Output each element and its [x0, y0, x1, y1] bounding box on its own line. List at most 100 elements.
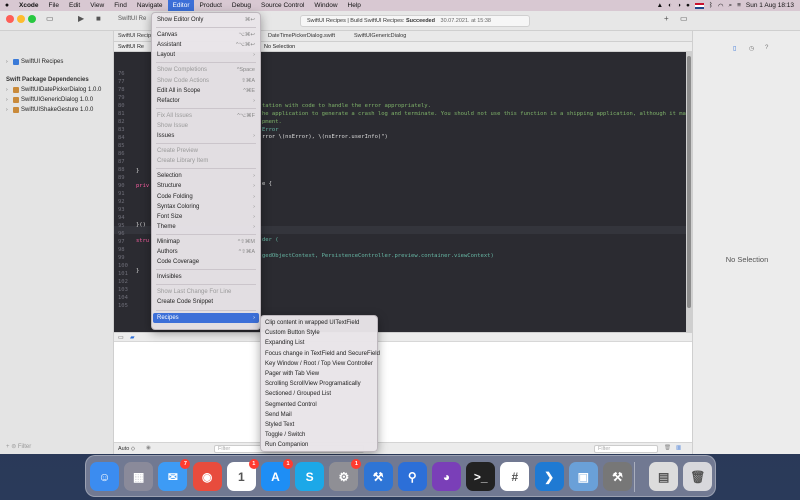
run-button-icon[interactable]: ▶	[78, 14, 84, 23]
menu-item-assistant[interactable]: Assistant ^⌥⌘↩	[153, 40, 259, 50]
recipe-item-expanding-list[interactable]: Expanding List	[265, 338, 375, 348]
status-app-icon[interactable]: ◐	[668, 2, 672, 9]
minimize-window-button[interactable]	[17, 15, 25, 23]
app-store-icon[interactable]: A1	[261, 459, 293, 491]
menu-item-layout[interactable]: Layout ›	[153, 50, 259, 60]
vscode-icon[interactable]: ❯	[534, 462, 564, 491]
calendar-icon[interactable]: 11	[226, 459, 259, 491]
sidebar-toggle-icon[interactable]: ▭	[46, 14, 54, 23]
mail-icon[interactable]: ✉ 7	[158, 459, 191, 491]
spotlight-search-icon[interactable]: ⌕	[728, 2, 732, 10]
recipe-item-key-window-root-top-view-controller[interactable]: Key Window / Root / Top View Controller	[265, 359, 375, 369]
github-desktop-icon[interactable]: ◕	[432, 462, 461, 491]
menu-app-name[interactable]: Xcode	[14, 0, 44, 11]
status-app-icon-2[interactable]: ◑	[677, 2, 681, 9]
add-library-icon[interactable]: +	[664, 14, 669, 23]
console-filter-field[interactable]: Filter	[594, 445, 658, 453]
zoom-window-button[interactable]	[28, 15, 36, 23]
menu-find[interactable]: Find	[109, 0, 132, 11]
add-icon[interactable]: +	[6, 444, 10, 450]
menu-item-selection[interactable]: Selection ›	[153, 171, 259, 181]
nav-project-row[interactable]: › SwiftUI Recipes	[6, 59, 63, 65]
debug-console[interactable]	[114, 342, 692, 442]
trash-icon[interactable]: 🗑	[683, 462, 713, 491]
file-inspector-icon[interactable]: ▯	[733, 45, 736, 52]
split-view-icon[interactable]: ▥	[676, 445, 681, 451]
menu-item-minimap[interactable]: Minimap ^⇧⌘M	[153, 237, 259, 247]
menu-item-issues[interactable]: Issues ›	[153, 131, 259, 141]
jump-bar-left[interactable]: SwiftUI Re	[118, 44, 144, 50]
recipe-item-styled-text[interactable]: Styled Text	[265, 420, 375, 430]
apple-menu-icon[interactable]: ●	[0, 2, 14, 9]
status-menu-icon[interactable]: ▲	[657, 2, 663, 9]
nav-package-row[interactable]: › SwiftUIDatePickerDialog 1.0.0	[6, 87, 101, 93]
menu-view[interactable]: View	[85, 0, 109, 11]
inspector-toggle-icon[interactable]: ▭	[680, 14, 688, 23]
navigator-filter-field[interactable]: + ⊜ Filter	[6, 443, 31, 450]
disclosure-icon[interactable]: ›	[6, 59, 11, 65]
menu-item-refactor[interactable]: Refactor ›	[153, 96, 259, 106]
menu-item-font-size[interactable]: Font Size ›	[153, 212, 259, 222]
instruments-icon[interactable]: ⚒	[603, 462, 632, 491]
nav-package-row[interactable]: › SwiftUIShakeGesture 1.0.0	[6, 107, 93, 113]
menu-item-canvas[interactable]: Canvas ⌥⌘↩	[153, 30, 259, 40]
launchpad-icon[interactable]: ▦	[124, 462, 154, 491]
status-app-icon-3[interactable]: ●	[686, 2, 690, 9]
hide-debug-icon[interactable]: ▭	[118, 334, 124, 341]
menu-edit[interactable]: Edit	[64, 0, 85, 11]
menu-editor[interactable]: Editor	[167, 0, 195, 11]
terminal-icon[interactable]: >_	[466, 462, 496, 491]
xcode-icon[interactable]: ⚒	[363, 462, 393, 491]
recipe-item-clip-content-in-wrapped-uitextfield[interactable]: Clip content in wrapped UITextField	[265, 318, 375, 328]
menu-item-code-folding[interactable]: Code Folding ›	[153, 192, 259, 202]
recipe-item-sectioned-grouped-list[interactable]: Sectioned / Grouped List	[265, 389, 375, 399]
menu-file[interactable]: File	[44, 0, 64, 11]
stop-button-icon[interactable]: ■	[96, 14, 101, 23]
menu-navigate[interactable]: Navigate	[132, 0, 168, 11]
menu-item-syntax-coloring[interactable]: Syntax Coloring ›	[153, 202, 259, 212]
preview-icon[interactable]: ▣	[568, 462, 598, 491]
info-icon[interactable]: ◉	[146, 445, 151, 451]
disclosure-icon[interactable]: ›	[6, 97, 11, 103]
chrome-icon[interactable]: ◉	[192, 462, 222, 491]
menu-window[interactable]: Window	[309, 0, 342, 11]
trash-console-icon[interactable]: 🗑	[664, 445, 671, 451]
menubar-clock[interactable]: Sun 1 Aug 18:13	[746, 2, 794, 9]
finder-icon[interactable]: ☺	[90, 462, 119, 491]
bluetooth-icon[interactable]: ᛒ	[709, 2, 713, 9]
menu-item-structure[interactable]: Structure ›	[153, 181, 259, 191]
menu-item-recipes[interactable]: Recipes ›	[153, 312, 259, 323]
recipe-item-segmented-control[interactable]: Segmented Control	[265, 400, 375, 410]
skype-icon[interactable]: S	[295, 462, 325, 491]
breakpoints-toggle-icon[interactable]: ▰	[130, 334, 135, 341]
recipe-item-focus-change-in-textfield-and-securefield[interactable]: Focus change in TextField and SecureFiel…	[265, 349, 380, 359]
system-preferences-icon[interactable]: ⚙ 1	[329, 459, 362, 491]
recipe-item-send-mail[interactable]: Send Mail	[265, 410, 375, 420]
menu-item-authors[interactable]: Authors ^⇧⌘A	[153, 247, 259, 257]
tab-generic-dialog[interactable]: SwiftUIGenericDialog	[354, 33, 406, 39]
menu-item-edit-all-in-scope[interactable]: Edit All in Scope ^⌘E	[153, 86, 259, 96]
recipe-item-scrolling-scrollview-programatically[interactable]: Scrolling ScrollView Programatically	[265, 379, 375, 389]
recipe-item-toggle-switch[interactable]: Toggle / Switch	[265, 430, 375, 440]
tab-datetime-picker[interactable]: DateTimePickerDialog.swift	[268, 33, 335, 39]
menu-debug[interactable]: Debug	[227, 0, 256, 11]
sourcetree-icon[interactable]: ⚲	[397, 462, 427, 491]
scheme-selector[interactable]: SwiftUI Re	[118, 16, 146, 22]
menu-item-show-editor-only[interactable]: Show Editor Only ⌘↩	[153, 15, 259, 25]
nav-package-row[interactable]: › SwiftUIGenericDialog 1.0.0	[6, 97, 93, 103]
recipe-item-run-companion[interactable]: Run Companion	[265, 440, 375, 450]
disclosure-icon[interactable]: ›	[6, 87, 11, 93]
menu-source-control[interactable]: Source Control	[256, 0, 309, 11]
editor-scrollbar-thumb[interactable]	[687, 56, 691, 308]
slack-icon[interactable]: #	[500, 462, 530, 491]
close-window-button[interactable]	[6, 15, 14, 23]
jump-bar-right[interactable]: No Selection	[264, 44, 295, 50]
input-source-flag-icon[interactable]	[694, 2, 704, 9]
control-center-icon[interactable]: ≡	[737, 2, 741, 9]
menu-item-code-coverage[interactable]: Code Coverage	[153, 257, 259, 267]
disclosure-icon[interactable]: ›	[6, 107, 11, 113]
history-inspector-icon[interactable]: ◷	[749, 45, 754, 52]
menu-product[interactable]: Product	[194, 0, 226, 11]
menu-item-theme[interactable]: Theme ›	[153, 222, 259, 232]
wifi-icon[interactable]: ◠	[718, 2, 724, 10]
